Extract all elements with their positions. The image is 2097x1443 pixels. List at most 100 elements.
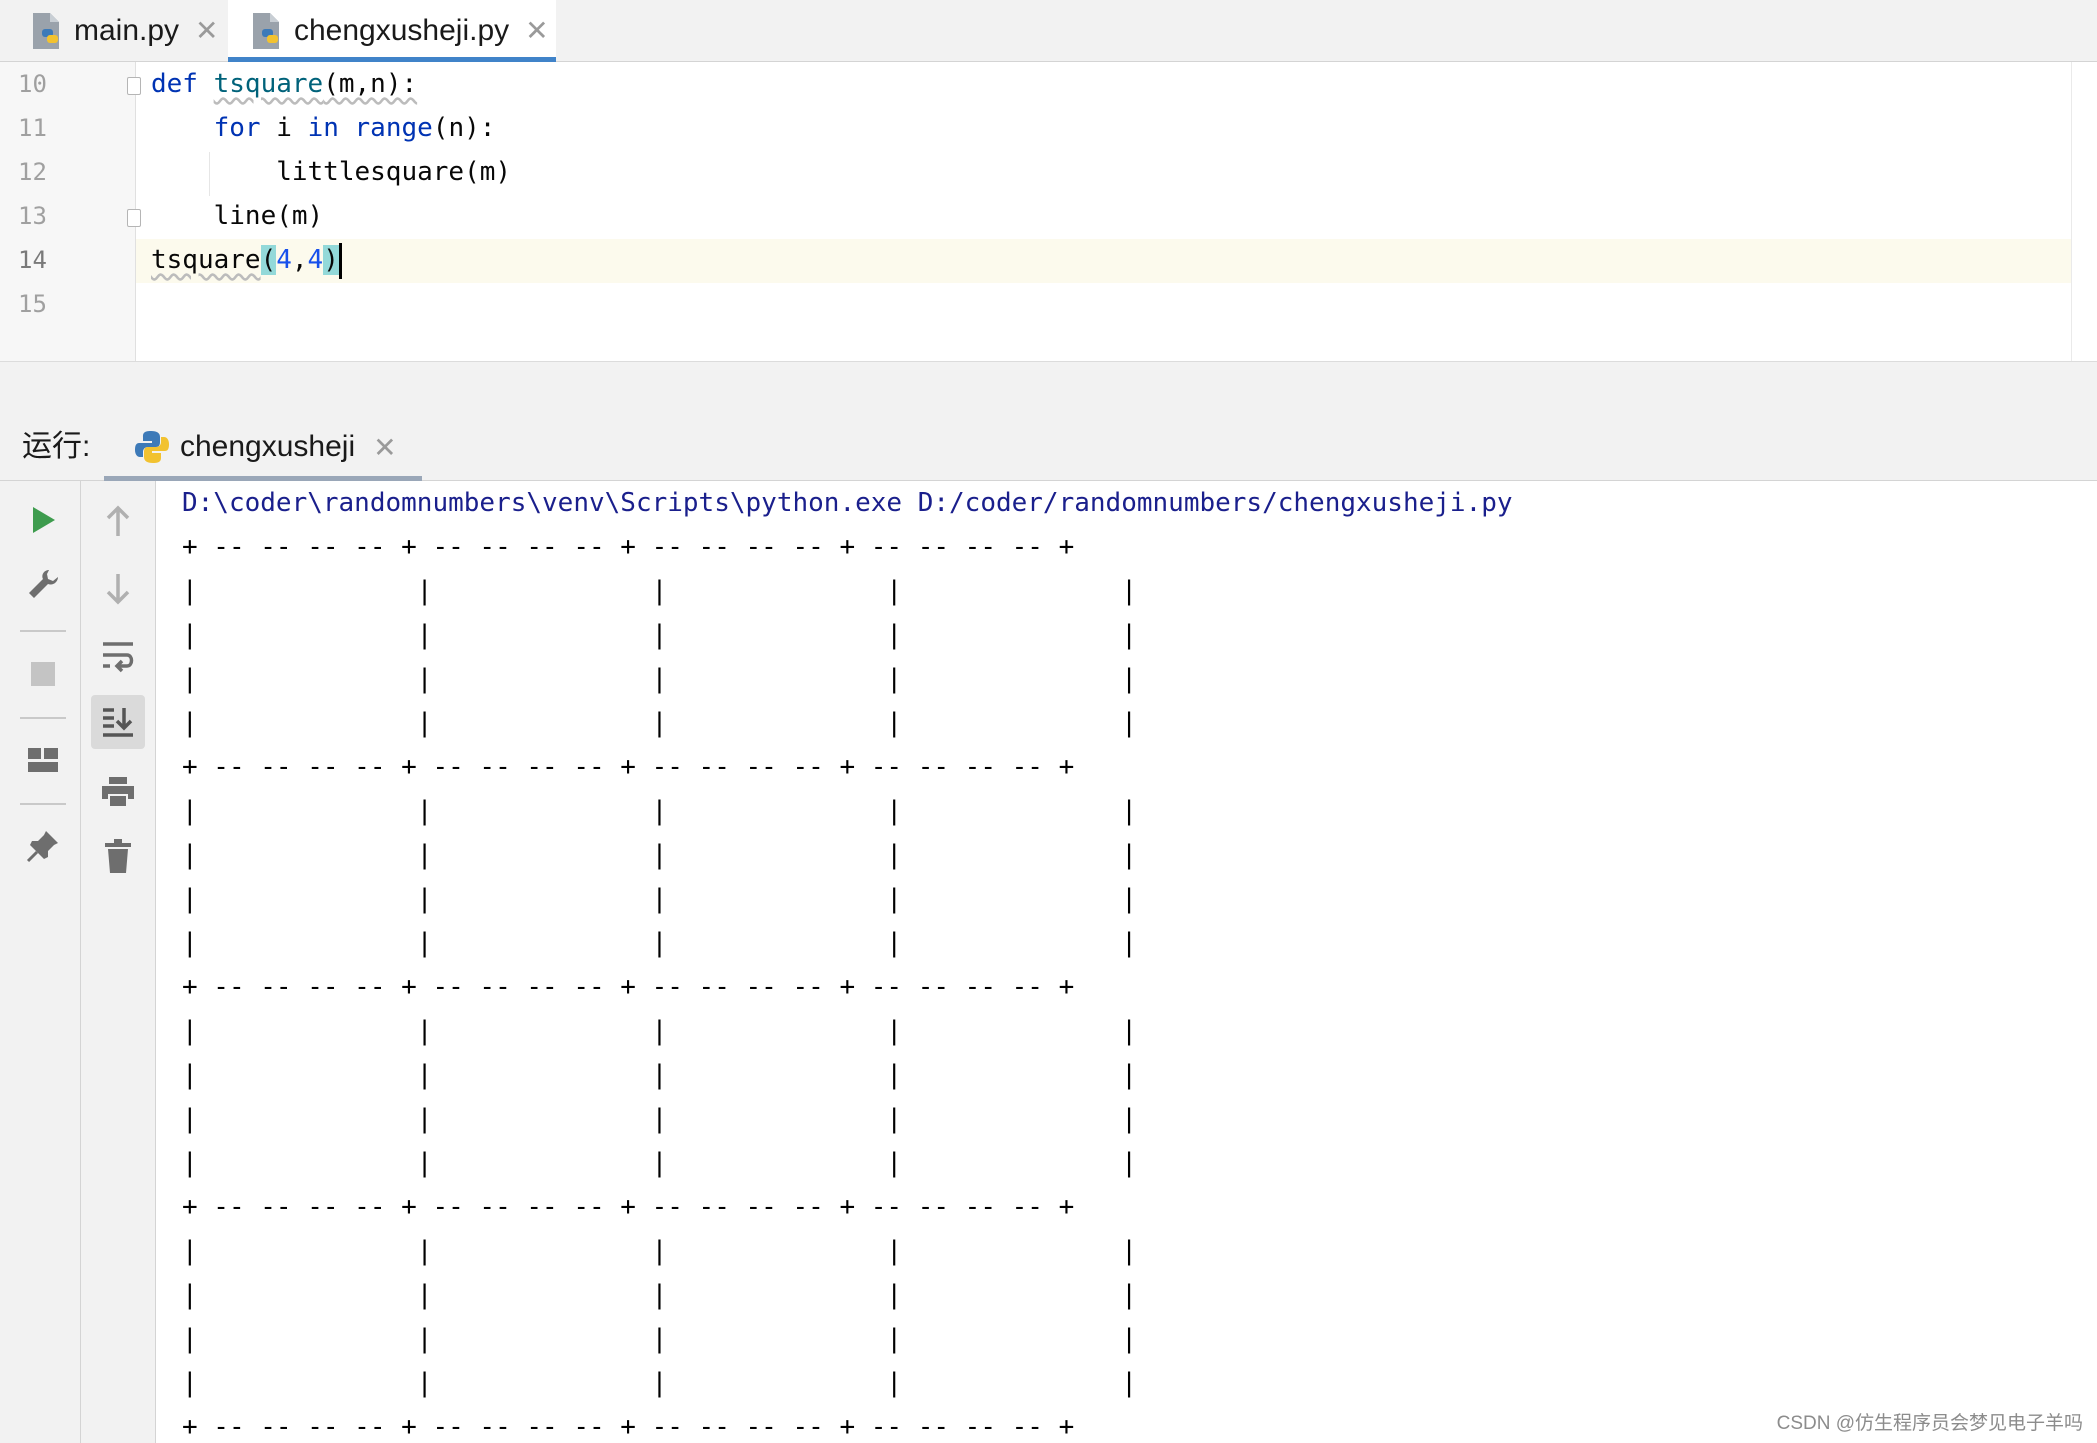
run-toolbar-primary bbox=[0, 481, 81, 1443]
console-output-line: | | | | | bbox=[182, 840, 1137, 870]
close-icon[interactable]: ✕ bbox=[195, 14, 218, 47]
console-output-line: | | | | | bbox=[182, 1060, 1137, 1090]
line-number: 11 bbox=[18, 114, 47, 142]
arrow-down-icon bbox=[106, 574, 130, 605]
function-name: tsquare bbox=[213, 69, 324, 99]
matched-brace: ) bbox=[323, 245, 339, 275]
panel-splitter[interactable] bbox=[0, 361, 2097, 415]
scroll-to-end-icon bbox=[103, 708, 133, 737]
function-call: tsquare bbox=[151, 245, 261, 275]
console-output-line: + -- -- -- -- + -- -- -- -- + -- -- -- -… bbox=[182, 752, 1075, 782]
edit-configuration-button[interactable] bbox=[16, 558, 70, 612]
current-line-highlight bbox=[136, 239, 2071, 283]
code-line-11: for i in range(n): bbox=[151, 106, 496, 150]
run-tool-window-header: 运行: chengxusheji ✕ bbox=[0, 414, 2097, 481]
stop-icon bbox=[31, 662, 55, 686]
line-number: 12 bbox=[18, 158, 47, 186]
close-icon[interactable]: ✕ bbox=[525, 14, 548, 47]
pin-tab-button[interactable] bbox=[16, 819, 70, 873]
soft-wrap-icon bbox=[103, 642, 134, 673]
keyword: def bbox=[151, 69, 198, 99]
scroll-down-button[interactable] bbox=[91, 561, 145, 615]
run-toolbar-secondary bbox=[81, 481, 156, 1443]
console-output-line: | | | | | bbox=[182, 576, 1137, 606]
trash-icon bbox=[105, 839, 131, 873]
line-number-gutter: 10 11 12 13 14 15 bbox=[0, 62, 136, 361]
number-literal: 4 bbox=[307, 245, 324, 275]
console-output-line: | | | | | bbox=[182, 1236, 1137, 1266]
run-tab-label: chengxusheji bbox=[180, 430, 356, 463]
editor-scrollbar[interactable] bbox=[2071, 62, 2097, 361]
tab-chengxusheji-py[interactable]: chengxusheji.py ✕ bbox=[228, 0, 556, 62]
python-file-icon bbox=[253, 12, 279, 49]
toolbar-separator bbox=[20, 630, 66, 632]
line-number: 15 bbox=[18, 290, 47, 318]
console-output-line: + -- -- -- -- + -- -- -- -- + -- -- -- -… bbox=[182, 972, 1075, 1002]
fold-end-marker-icon[interactable] bbox=[127, 209, 141, 227]
scroll-to-end-button[interactable] bbox=[91, 695, 145, 749]
soft-wrap-button[interactable] bbox=[91, 629, 145, 683]
console-output-line: + -- -- -- -- + -- -- -- -- + -- -- -- -… bbox=[182, 1192, 1075, 1222]
builtin-name: range bbox=[338, 113, 433, 143]
code-line-13: line(m) bbox=[151, 201, 324, 231]
toolbar-separator bbox=[20, 717, 66, 719]
code-text: (n): bbox=[432, 113, 496, 143]
console-output-line: | | | | | bbox=[182, 1280, 1137, 1310]
run-console-output[interactable]: D:\coder\randomnumbers\venv\Scripts\pyth… bbox=[156, 481, 2097, 1443]
wrench-icon bbox=[29, 570, 58, 598]
code-line-10: def tsquare(m,n): bbox=[151, 62, 417, 106]
code-text: (m,n): bbox=[323, 69, 418, 99]
tab-label: chengxusheji.py bbox=[294, 13, 510, 47]
python-file-icon bbox=[33, 12, 59, 49]
layout-button[interactable] bbox=[16, 733, 70, 787]
code-line-14: tsquare(4,4) bbox=[151, 238, 342, 282]
code-text: , bbox=[291, 245, 308, 275]
tab-label: main.py bbox=[74, 13, 180, 47]
console-output-line: | | | | | bbox=[182, 1368, 1137, 1398]
run-tab-chengxusheji[interactable]: chengxusheji ✕ bbox=[104, 414, 422, 481]
arrow-up-icon bbox=[106, 505, 130, 536]
code-editor[interactable]: 10 11 12 13 14 15 def tsquare(m,n): for … bbox=[0, 62, 2097, 361]
console-command-line: D:\coder\randomnumbers\venv\Scripts\pyth… bbox=[182, 488, 1513, 518]
keyword: for bbox=[213, 113, 261, 143]
console-output-line: | | | | | bbox=[182, 884, 1137, 914]
console-output-line: | | | | | bbox=[182, 1148, 1137, 1178]
code-text: i bbox=[260, 113, 308, 143]
console-output-line: | | | | | bbox=[182, 796, 1137, 826]
clear-all-button[interactable] bbox=[91, 829, 145, 883]
fold-marker-icon[interactable] bbox=[127, 77, 141, 95]
print-button[interactable] bbox=[91, 765, 145, 819]
console-output-line: | | | | | bbox=[182, 620, 1137, 650]
layout-icon bbox=[28, 748, 58, 772]
keyword: in bbox=[307, 113, 339, 143]
stop-button[interactable] bbox=[16, 647, 70, 701]
console-output-line: | | | | | bbox=[182, 664, 1137, 694]
console-output-line: | | | | | bbox=[182, 1016, 1137, 1046]
matched-brace: ( bbox=[260, 245, 277, 275]
text-caret bbox=[338, 242, 342, 279]
console-output-line: | | | | | bbox=[182, 1324, 1137, 1354]
line-number: 10 bbox=[18, 70, 47, 98]
watermark: CSDN @仿生程序员会梦见电子羊吗 bbox=[1776, 1413, 2083, 1434]
close-icon[interactable]: ✕ bbox=[373, 431, 396, 464]
editor-tab-bar: main.py ✕ chengxusheji.py ✕ bbox=[0, 0, 2097, 62]
console-output-line: + -- -- -- -- + -- -- -- -- + -- -- -- -… bbox=[182, 532, 1075, 562]
python-icon bbox=[135, 431, 169, 463]
console-output-line: | | | | | bbox=[182, 708, 1137, 738]
console-output-line: | | | | | bbox=[182, 1104, 1137, 1134]
pin-icon bbox=[26, 831, 58, 863]
line-number: 13 bbox=[18, 202, 47, 230]
rerun-button[interactable] bbox=[16, 493, 70, 547]
console-output-line: | | | | | bbox=[182, 928, 1137, 958]
run-label: 运行: bbox=[22, 430, 91, 463]
scroll-up-button[interactable] bbox=[91, 495, 145, 549]
code-line-12: littlesquare(m) bbox=[151, 157, 512, 187]
line-number-current: 14 bbox=[18, 246, 47, 274]
console-output-line: + -- -- -- -- + -- -- -- -- + -- -- -- -… bbox=[182, 1412, 1075, 1442]
toolbar-separator bbox=[20, 803, 66, 805]
tab-main-py[interactable]: main.py ✕ bbox=[30, 0, 220, 61]
run-icon bbox=[33, 507, 55, 533]
number-literal: 4 bbox=[276, 245, 292, 275]
print-icon bbox=[102, 777, 134, 808]
